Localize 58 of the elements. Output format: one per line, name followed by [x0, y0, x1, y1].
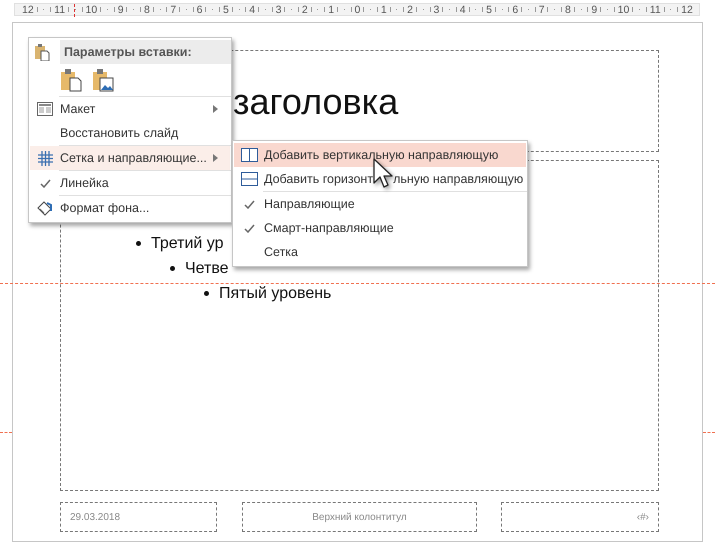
footer-header: Верхний колонтитул — [312, 512, 407, 522]
horizontal-guide-icon — [240, 172, 258, 186]
ruler-label: 7 — [538, 4, 545, 16]
ruler-label: 11 — [650, 4, 661, 16]
ruler-label: 4 — [249, 4, 256, 16]
ruler-label: 7 — [170, 4, 176, 16]
ruler-label: 4 — [460, 4, 466, 16]
menu-item[interactable]: Направляющие — [234, 192, 526, 216]
check-icon — [40, 178, 50, 188]
ruler-label: 10 — [618, 4, 630, 16]
ruler-label: 1 — [380, 4, 387, 16]
ruler-label: 3 — [433, 4, 440, 16]
ruler-label: 12 — [22, 4, 34, 16]
vertical-guide-icon — [240, 148, 258, 162]
bullet-icon — [136, 241, 141, 246]
ruler-label: 6 — [196, 4, 202, 16]
menu-item[interactable]: Макет — [30, 97, 230, 121]
grid-icon — [38, 150, 52, 166]
menu-item[interactable]: Линейка — [30, 171, 230, 195]
ruler-label: 5 — [222, 4, 229, 16]
paste-picture-icon[interactable] — [91, 67, 115, 93]
layout-icon — [37, 102, 53, 116]
ruler-label: 11 — [54, 4, 66, 16]
menu-item[interactable]: Формат фона... — [30, 196, 230, 220]
bullet-icon — [170, 266, 175, 271]
ruler-label: 0 — [354, 4, 360, 16]
menu-item[interactable]: Сетка и направляющие... — [30, 146, 230, 170]
menu-item[interactable]: Сетка — [234, 240, 526, 264]
ruler-label: 3 — [276, 4, 282, 16]
ruler-label: 9 — [118, 4, 124, 16]
ruler-label: 9 — [591, 4, 598, 16]
paste-options-heading: Параметры вставки: — [60, 40, 231, 64]
bullet-text: Четве — [185, 260, 229, 278]
bullet-text: Третий ур — [151, 234, 224, 252]
check-icon — [244, 224, 254, 232]
ruler-label: 2 — [407, 4, 413, 16]
footer-date: 29.03.2018 — [70, 512, 120, 522]
ruler-label: 12 — [681, 4, 693, 16]
bullet-icon — [204, 291, 209, 296]
ruler-label: 8 — [565, 4, 571, 16]
menu-item[interactable]: Добавить вертикальную направляющую — [234, 143, 526, 167]
submenu-arrow-icon — [213, 105, 218, 113]
ruler-label: 8 — [144, 4, 150, 16]
paste-keep-icon[interactable] — [59, 67, 83, 93]
slide-number: ‹#› — [636, 512, 649, 522]
check-icon — [244, 200, 254, 208]
menu-item[interactable]: Добавить горизонт льную направляющую — [234, 167, 526, 191]
ruler-label: 5 — [486, 4, 492, 16]
clipboard-icon — [34, 43, 50, 61]
ruler-label: 6 — [512, 4, 518, 16]
menu-item[interactable]: Восстановить слайд — [30, 121, 230, 145]
submenu-arrow-icon — [213, 154, 218, 162]
ruler-label: 2 — [302, 4, 308, 16]
slide-title: заголовка — [233, 81, 398, 123]
ruler-label: 1 — [328, 4, 334, 16]
ruler-label: 10 — [86, 4, 98, 16]
menu-item[interactable]: Смарт-направляющие — [234, 216, 526, 240]
bullet-text: Пятый уровень — [219, 284, 332, 302]
